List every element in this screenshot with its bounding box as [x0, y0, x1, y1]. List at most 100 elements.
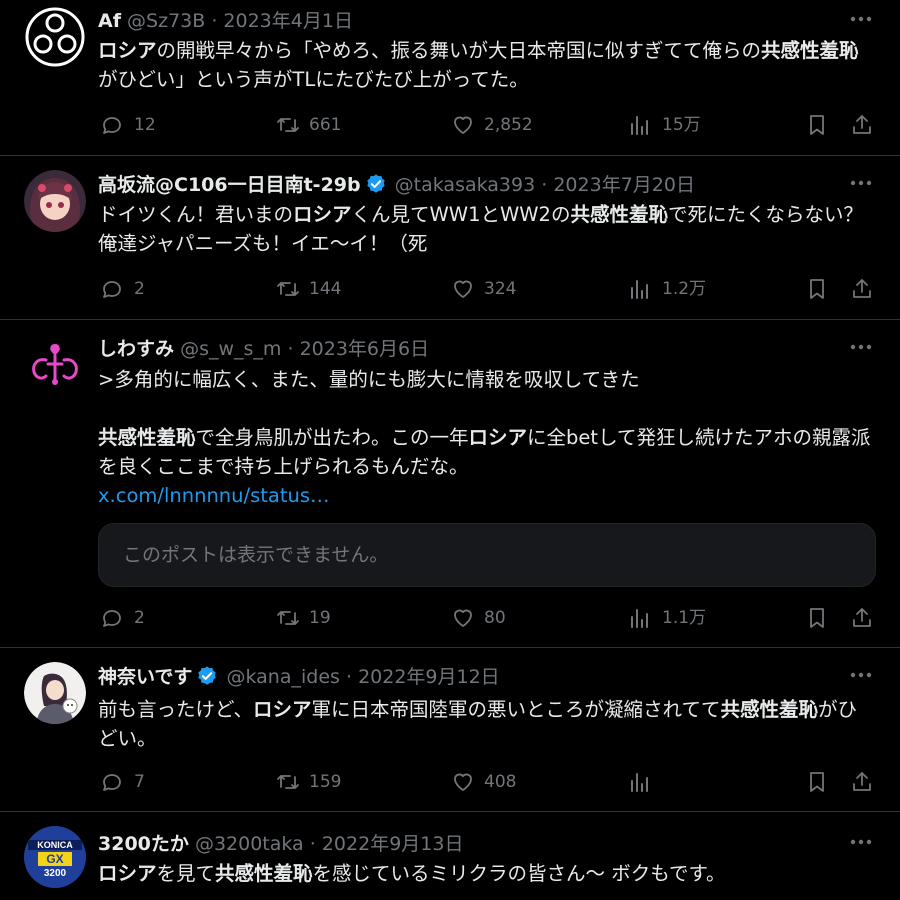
tweet-header: 神奈いです @kana_ides · 2022年9月12日 — [98, 662, 840, 692]
more-icon — [850, 839, 872, 845]
display-name[interactable]: しわすみ — [98, 338, 174, 360]
illustrated-avatar-icon — [24, 662, 86, 724]
keyword: 共感性羞恥 — [98, 426, 196, 449]
avatar[interactable] — [24, 6, 86, 68]
more-icon — [850, 16, 872, 22]
avatar[interactable] — [24, 662, 86, 724]
more-options-button[interactable] — [848, 334, 874, 360]
display-name[interactable]: Af — [98, 10, 121, 32]
display-name[interactable]: 神奈いです — [98, 666, 192, 688]
post-date[interactable]: 2022年9月12日 — [358, 666, 500, 688]
view-count: 15万 — [662, 115, 701, 135]
display-name[interactable]: 高坂流@C106一日目南t-29b — [98, 174, 361, 196]
tweet-header: しわすみ @s_w_s_m · 2023年6月6日 — [98, 334, 840, 364]
separator: · — [309, 833, 316, 855]
avatar[interactable] — [24, 170, 86, 232]
more-icon — [850, 672, 872, 678]
more-icon — [850, 344, 872, 350]
repost-count: 19 — [309, 608, 331, 628]
action-bar: 7 159 408 — [0, 767, 900, 797]
repost-count: 144 — [309, 279, 342, 299]
like-count: 80 — [484, 608, 506, 628]
share-icon — [853, 608, 871, 627]
share-icon — [853, 279, 871, 298]
repost-icon — [277, 611, 299, 625]
separator: · — [345, 666, 353, 688]
avatar-brand-text: KONICA — [37, 840, 73, 850]
neon-emblem-icon — [24, 334, 86, 396]
post-date[interactable]: 2023年7月20日 — [553, 174, 695, 196]
more-icon — [850, 180, 872, 186]
bookmark-icon — [810, 115, 824, 135]
user-handle[interactable]: @kana_ides — [226, 666, 339, 688]
more-options-button[interactable] — [848, 6, 874, 32]
action-bar: 2 19 80 1.1万 — [0, 603, 900, 633]
reply-count: 7 — [134, 772, 145, 792]
more-options-button[interactable] — [848, 170, 874, 196]
bookmark-icon — [810, 608, 824, 628]
tweet-text: >多角的に幅広く、また、量的にも膨大に情報を吸収してきた 共感性羞恥で全身鳥肌が… — [98, 365, 874, 510]
verified-icon — [198, 666, 217, 685]
tweet[interactable]: Af @Sz73B · 2023年4月1日 ロシアの開戦早々から「やめろ、振る舞… — [0, 0, 900, 156]
tweet[interactable]: しわすみ @s_w_s_m · 2023年6月6日 >多角的に幅広く、また、量的… — [0, 320, 900, 648]
verified-badge — [196, 665, 218, 696]
keyword: ロシア — [98, 862, 157, 885]
analytics-icon — [631, 116, 648, 135]
keyword: 共感性羞恥 — [720, 698, 818, 721]
like-count: 324 — [484, 279, 517, 299]
timeline-feed: Af @Sz73B · 2023年4月1日 ロシアの開戦早々から「やめろ、振る舞… — [0, 0, 900, 900]
film-box-icon: KONICA GX 3200 — [24, 826, 86, 888]
tweet[interactable]: 神奈いです @kana_ides · 2022年9月12日 前も言ったけど、ロシ… — [0, 648, 900, 812]
anime-avatar-icon — [24, 170, 86, 232]
keyword: ロシア — [253, 698, 312, 721]
tweet-text: ロシアを見て共感性羞恥を感じているミリクラの皆さん〜 ボクもです。 — [98, 859, 874, 888]
obs-logo-icon — [24, 6, 86, 68]
repost-icon — [277, 118, 299, 132]
analytics-icon — [631, 609, 648, 628]
reply-icon — [103, 281, 121, 298]
user-handle[interactable]: @takasaka393 — [395, 174, 536, 196]
post-date[interactable]: 2023年4月1日 — [223, 10, 353, 32]
separator: · — [287, 338, 294, 360]
text-run: ドイツくん！君いまの — [98, 203, 294, 226]
text-run: 軍に日本帝国陸軍の悪いところが凝縮されてて — [311, 698, 721, 721]
avatar[interactable]: KONICA GX 3200 — [24, 826, 86, 888]
repost-icon — [277, 282, 299, 296]
user-handle[interactable]: @3200taka — [195, 833, 304, 855]
avatar-model-text: GX — [46, 852, 63, 866]
tweet[interactable]: 高坂流@C106一日目南t-29b @takasaka393 · 2023年7月… — [0, 156, 900, 320]
text-run: を感じているミリクラの皆さん〜 ボクもです。 — [312, 862, 726, 885]
bookmark-icon — [810, 772, 824, 792]
text-run: 前も言ったけど、 — [98, 698, 254, 721]
tweet-text: 前も言ったけど、ロシア軍に日本帝国陸軍の悪いところが凝縮されてて共感性羞恥がひど… — [98, 695, 874, 753]
heart-icon — [454, 609, 472, 627]
more-options-button[interactable] — [848, 829, 874, 855]
tweet[interactable]: KONICA GX 3200 3200たか @3200taka · 2022年9… — [0, 812, 900, 900]
user-handle[interactable]: @s_w_s_m — [180, 338, 281, 360]
more-options-button[interactable] — [848, 662, 874, 688]
reply-icon — [103, 117, 121, 134]
tweet-text: ドイツくん！君いまのロシアくん見てWW1とWW2の共感性羞恥で死にたくならない？… — [98, 200, 874, 258]
reply-count: 2 — [134, 608, 145, 628]
separator: · — [541, 174, 548, 196]
avatar[interactable] — [24, 334, 86, 396]
text-run: を見て — [156, 862, 216, 885]
repost-count: 661 — [309, 115, 342, 135]
text-run: がひどい」という声がTLにたびたび上がってた。 — [98, 68, 529, 91]
post-date[interactable]: 2022年9月13日 — [322, 833, 464, 855]
text-run: の開戦早々から「やめろ、振る舞いが大日本帝国に似すぎてて俺らの — [156, 39, 762, 62]
keyword: ロシア — [98, 39, 157, 62]
tweet-link[interactable]: x.com/lnnnnnu/status… — [98, 481, 874, 510]
avatar-iso-text: 3200 — [44, 868, 67, 879]
display-name[interactable]: 3200たか — [98, 833, 189, 855]
heart-icon — [454, 280, 472, 298]
like-count: 408 — [484, 772, 517, 792]
reply-count: 12 — [134, 115, 156, 135]
paragraph: 共感性羞恥で全身鳥肌が出たわ。この一年ロシアに全betして発狂し続けたアホの親露… — [98, 423, 874, 481]
heart-icon — [454, 116, 472, 134]
verified-icon — [366, 174, 385, 193]
user-handle[interactable]: @Sz73B — [127, 10, 205, 32]
action-bar: 2 144 324 1.2万 — [0, 274, 900, 304]
unavailable-post-card[interactable]: このポストは表示できません。 — [98, 523, 876, 587]
post-date[interactable]: 2023年6月6日 — [300, 338, 430, 360]
